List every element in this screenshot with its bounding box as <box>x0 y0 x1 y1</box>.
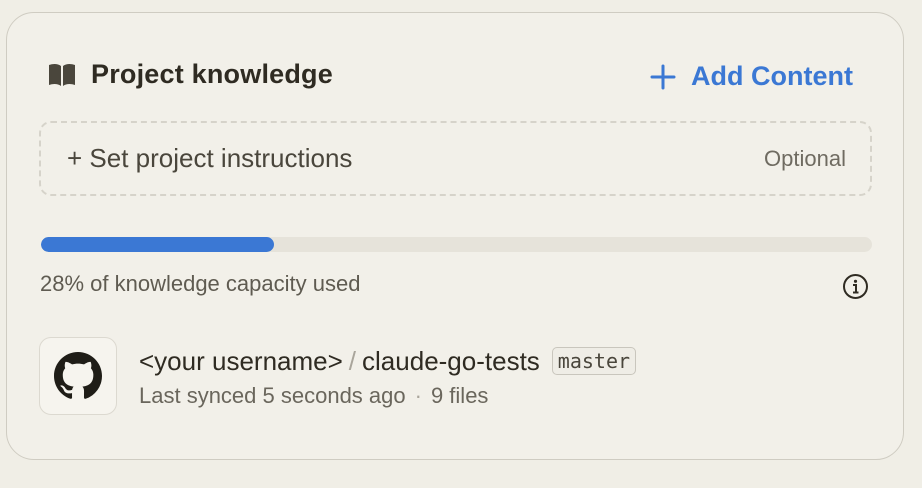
file-count: 9 files <box>430 383 489 408</box>
github-icon <box>39 337 117 415</box>
sync-status: Last synced 5 seconds ago <box>139 383 406 408</box>
capacity-progress-bar <box>41 237 872 252</box>
branch-badge: master <box>551 347 637 375</box>
capacity-text: 28% of knowledge capacity used <box>40 271 361 296</box>
set-instructions-label: + Set project instructions <box>67 143 353 173</box>
repo-meta: Last synced 5 seconds ago · 9 files <box>139 383 636 409</box>
plus-icon <box>649 63 677 91</box>
set-instructions-button[interactable]: + Set project instructions Optional <box>39 121 872 196</box>
meta-separator: · <box>414 383 422 408</box>
add-content-label: Add Content <box>691 61 853 91</box>
repo-owner: <your username> <box>139 345 343 376</box>
book-icon <box>47 62 77 88</box>
info-icon[interactable] <box>842 273 869 300</box>
repo-title: <your username> / claude-go-tests master <box>139 343 637 379</box>
repo-info: <your username> / claude-go-tests master… <box>139 343 637 409</box>
optional-label: Optional <box>764 145 846 171</box>
panel-header: Project knowledge <box>47 59 333 90</box>
add-content-button[interactable]: Add Content <box>649 61 853 92</box>
panel-title: Project knowledge <box>91 59 333 89</box>
repo-name: claude-go-tests <box>362 345 540 376</box>
repo-separator: / <box>348 345 357 376</box>
capacity-progress-fill <box>41 237 274 252</box>
repo-item[interactable]: <your username> / claude-go-tests master… <box>39 337 637 415</box>
